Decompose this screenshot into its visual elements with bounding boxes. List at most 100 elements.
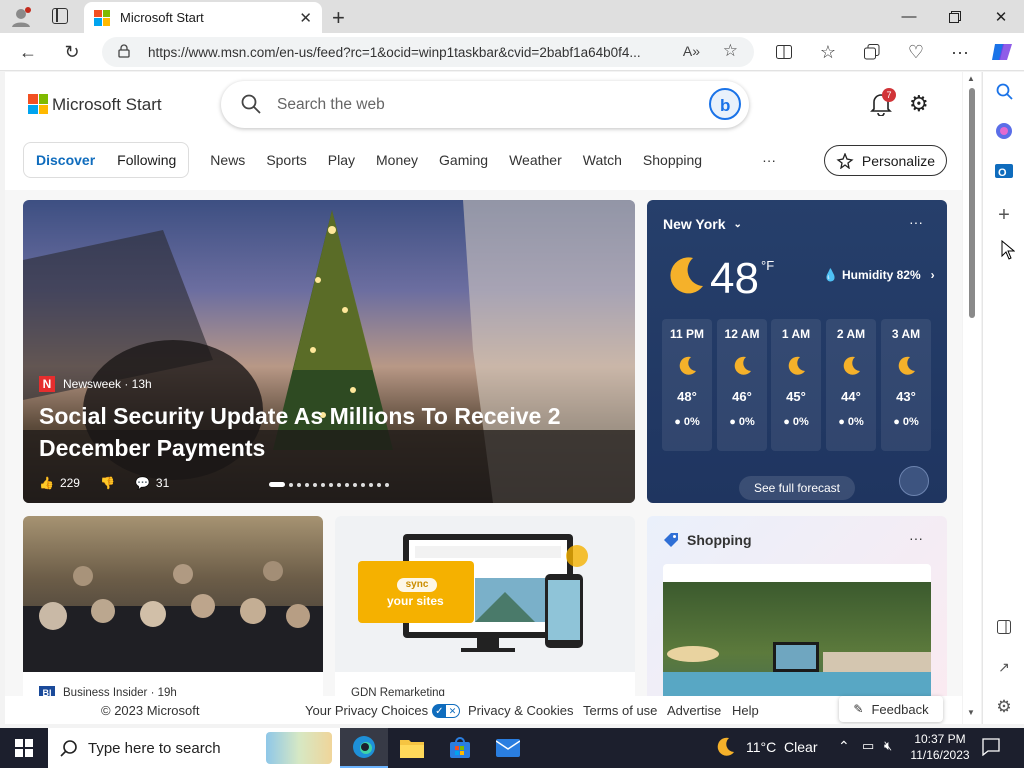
privacy-cookies-link[interactable]: Privacy & Cookies — [468, 703, 573, 718]
hero-source[interactable]: N Newsweek · 13h — [39, 376, 152, 392]
carousel-dots[interactable] — [269, 482, 389, 487]
tab-following[interactable]: Following — [117, 152, 176, 168]
thumbs-down-icon[interactable]: 👎 — [100, 476, 115, 490]
feed-nav: Discover Following News Sports Play Mone… — [23, 142, 776, 178]
likes-count: 229 — [59, 476, 80, 490]
read-aloud-icon[interactable]: A» — [676, 43, 700, 59]
comment-icon[interactable]: 💬 — [135, 476, 150, 490]
see-full-forecast-link[interactable]: See full forecast — [739, 476, 855, 500]
sidebar-hide-icon[interactable] — [993, 616, 1015, 638]
profile-icon[interactable] — [10, 6, 32, 28]
advertise-link[interactable]: Advertise — [667, 703, 721, 718]
hourly-forecast-item[interactable]: 1 AM 45° ● 0% — [771, 319, 821, 451]
weather-more-button[interactable]: ··· — [909, 214, 923, 230]
hourly-forecast-item[interactable]: 11 PM 48° ● 0% — [662, 319, 712, 451]
clock-date: 11/16/2023 — [910, 748, 970, 762]
nav-news[interactable]: News — [210, 152, 245, 168]
scroll-up-arrow-icon[interactable]: ▲ — [967, 74, 975, 83]
windows-start-icon[interactable] — [0, 728, 48, 768]
scroll-down-arrow-icon[interactable]: ▼ — [967, 708, 975, 717]
close-window-icon[interactable]: ✕ — [978, 0, 1024, 33]
help-link[interactable]: Help — [732, 703, 759, 718]
terms-link[interactable]: Terms of use — [583, 703, 657, 718]
nav-watch[interactable]: Watch — [583, 152, 622, 168]
taskbar-edge-icon[interactable] — [340, 728, 388, 768]
favorites-icon[interactable]: ☆ — [813, 37, 843, 67]
tab-actions-icon[interactable] — [52, 8, 68, 24]
privacy-choices-text: Your Privacy Choices — [305, 703, 429, 718]
brand-name[interactable]: Microsoft Start — [52, 95, 162, 115]
nav-weather[interactable]: Weather — [509, 152, 562, 168]
weather-card[interactable]: New York ⌄ ··· 48 °F 💧 Humidity 82% › 11… — [647, 200, 947, 503]
thumbs-up-icon[interactable]: 👍 — [39, 476, 54, 490]
browser-tab[interactable]: Microsoft Start ✕ — [84, 2, 322, 33]
hour-precip-value: 0% — [902, 416, 919, 428]
personalize-button[interactable]: Personalize — [824, 145, 947, 176]
mouse-cursor-icon — [1001, 240, 1015, 260]
bing-icon[interactable]: b — [709, 88, 741, 120]
copilot-icon[interactable] — [987, 37, 1017, 67]
weather-animation-icon[interactable] — [899, 466, 929, 496]
hero-article[interactable]: N Newsweek · 13h Social Security Update … — [23, 200, 635, 503]
refresh-icon[interactable]: ↻ — [57, 37, 87, 67]
nav-play[interactable]: Play — [328, 152, 355, 168]
nav-money[interactable]: Money — [376, 152, 418, 168]
taskbar-file-explorer-icon[interactable] — [388, 728, 436, 768]
notifications-bell-icon[interactable]: 7 — [870, 88, 896, 116]
taskbar-mail-icon[interactable] — [484, 728, 532, 768]
sidebar-open-external-icon[interactable]: ↗ — [993, 656, 1015, 678]
settings-more-icon[interactable]: ··· — [945, 37, 975, 67]
settings-gear-icon[interactable]: ⚙ — [909, 91, 929, 117]
web-search-input[interactable]: Search the web b — [221, 81, 749, 128]
hourly-forecast-item[interactable]: 3 AM 43° ● 0% — [881, 319, 931, 451]
microsoft-start-logo-icon[interactable] — [28, 94, 48, 114]
windows-taskbar: Type here to search 11°C Clear ⌃ ▭ 🔇︎ 10… — [0, 728, 1024, 768]
nav-shopping[interactable]: Shopping — [643, 152, 702, 168]
sidebar-discover-icon[interactable] — [993, 120, 1015, 142]
taskbar-store-icon[interactable] — [436, 728, 484, 768]
restore-icon[interactable] — [932, 0, 978, 33]
browser-essentials-icon[interactable]: ♡ — [901, 37, 931, 67]
sidebar-settings-icon[interactable]: ⚙ — [993, 696, 1015, 718]
tray-chevron-up-icon[interactable]: ⌃ — [838, 738, 850, 755]
ad-card-gdn[interactable]: sync your sites GDN Remarketing — [335, 516, 635, 724]
temp-unit[interactable]: °F — [761, 258, 774, 273]
hour-temp: 45° — [786, 389, 806, 404]
nav-gaming[interactable]: Gaming — [439, 152, 488, 168]
address-bar[interactable]: https://www.msn.com/en-us/feed?rc=1&ocid… — [102, 37, 754, 67]
page-scrollbar[interactable]: ▲ ▼ — [963, 72, 981, 724]
favorite-star-icon[interactable]: ☆ — [722, 41, 738, 61]
taskbar-clock[interactable]: 10:37 PM 11/16/2023 — [908, 731, 972, 763]
feedback-label: Feedback — [871, 701, 929, 717]
taskbar-weather[interactable]: 11°C Clear — [714, 736, 817, 758]
network-icon[interactable]: ▭ — [862, 738, 874, 754]
shopping-more-button[interactable]: ··· — [909, 530, 923, 546]
scroll-thumb[interactable] — [969, 88, 975, 318]
sidebar-add-icon[interactable]: + — [993, 204, 1015, 226]
weather-location[interactable]: New York ⌄ — [663, 216, 742, 232]
notification-center-icon[interactable] — [982, 738, 1000, 756]
hourly-forecast-item[interactable]: 12 AM 46° ● 0% — [717, 319, 767, 451]
new-tab-icon[interactable]: + — [332, 5, 345, 31]
taskbar-search-box[interactable]: Type here to search — [48, 728, 340, 768]
privacy-choices-link[interactable]: Your Privacy Choices ✓ ✕ — [305, 703, 461, 718]
shopping-header[interactable]: Shopping — [663, 532, 752, 548]
humidity[interactable]: 💧 Humidity 82% › — [823, 268, 935, 282]
collections-icon[interactable] — [857, 37, 887, 67]
hourly-forecast-item[interactable]: 2 AM 44° ● 0% — [826, 319, 876, 451]
hero-headline[interactable]: Social Security Update As Millions To Re… — [39, 400, 579, 464]
feedback-button[interactable]: ✎ Feedback — [839, 696, 943, 722]
sidebar-search-icon[interactable] — [993, 80, 1015, 102]
news-card-business-insider[interactable]: BI Business Insider · 19h — [23, 516, 323, 724]
nav-sports[interactable]: Sports — [266, 152, 306, 168]
nav-more-button[interactable]: ··· — [762, 152, 776, 168]
sidebar-outlook-icon[interactable]: O — [993, 160, 1015, 182]
hero-reactions: 👍 229 👎 💬 31 — [39, 476, 169, 490]
minimize-icon[interactable]: — — [886, 0, 932, 33]
tab-discover[interactable]: Discover — [36, 152, 95, 168]
back-icon[interactable]: ← — [13, 37, 43, 67]
close-tab-icon[interactable]: ✕ — [299, 9, 312, 27]
split-screen-icon[interactable] — [769, 37, 799, 67]
shopping-card[interactable]: Shopping ··· — [647, 516, 947, 724]
volume-muted-icon[interactable]: 🔇︎ — [884, 738, 892, 754]
